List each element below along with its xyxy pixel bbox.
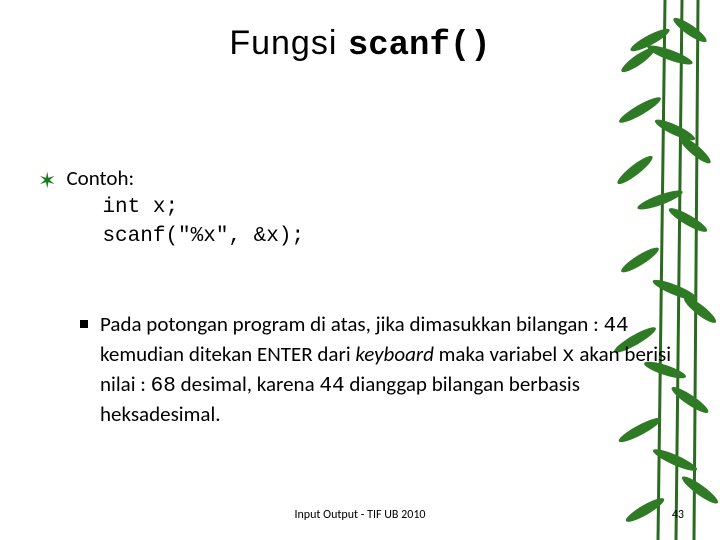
square-icon: [80, 320, 88, 328]
asterisk-icon: ✶: [38, 167, 56, 196]
page-number: 43: [672, 508, 684, 522]
content-area: ✶ Contoh: int x; scanf("%x", &x); Pada p…: [38, 165, 658, 427]
title-text: Fungsi: [229, 24, 348, 62]
slide-title: Fungsi scanf(): [0, 24, 720, 65]
sub-bullet: Pada potongan program di atas, jika dima…: [80, 311, 680, 428]
para-t1: Pada potongan program di atas, jika dima…: [100, 311, 603, 337]
para-t2: kemudian ditekan ENTER dari: [100, 341, 355, 367]
title-code: scanf(): [348, 27, 491, 65]
bullet-label: Contoh:: [66, 165, 658, 192]
footer-text: Input Output - TIF UB 2010: [0, 508, 720, 522]
para-t3: maka variabel: [434, 341, 562, 367]
bullet-contoh: ✶ Contoh: int x; scanf("%x", &x);: [38, 165, 658, 251]
code-line-2: scanf("%x", &x);: [102, 223, 658, 251]
para-n1: 44: [603, 315, 628, 338]
paragraph: Pada potongan program di atas, jika dima…: [100, 311, 680, 428]
bullet-body: Contoh: int x; scanf("%x", &x);: [66, 165, 658, 251]
para-n3: 44: [319, 375, 344, 398]
para-var: x: [562, 345, 575, 368]
code-block: int x; scanf("%x", &x);: [102, 194, 658, 251]
para-n2: 68: [151, 375, 176, 398]
para-t5: desimal, karena: [176, 371, 319, 397]
para-keyboard: keyboard: [355, 341, 434, 367]
code-line-1: int x;: [102, 194, 658, 222]
